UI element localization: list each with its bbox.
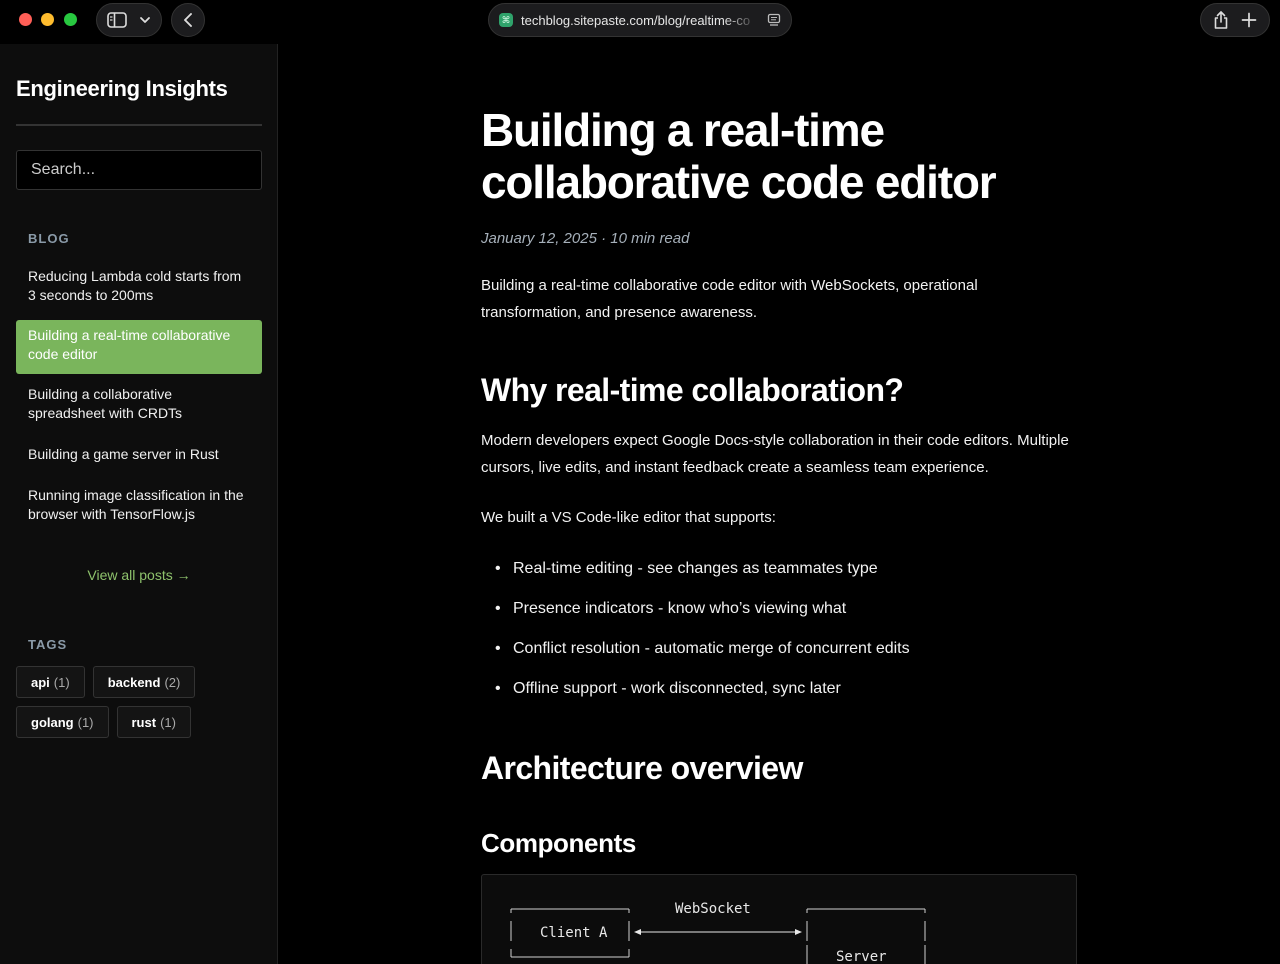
websocket-label: WebSocket	[675, 901, 751, 917]
tag-api[interactable]: api (1)	[16, 666, 85, 698]
post-link-rust-game-server[interactable]: Building a game server in Rust	[16, 442, 262, 471]
back-button[interactable]	[171, 3, 205, 37]
url-text[interactable]: techblog.sitepaste.com/blog/realtime-co	[521, 13, 759, 28]
chevron-left-icon	[184, 13, 192, 27]
feature-item: Offline support - work disconnected, syn…	[495, 676, 910, 716]
paragraph-built: We built a VS Code-like editor that supp…	[481, 509, 776, 526]
tag-golang[interactable]: golang (1)	[16, 706, 109, 738]
paragraph-why: Modern developers expect Google Docs-sty…	[481, 432, 1069, 476]
site-title[interactable]: Engineering Insights	[16, 76, 228, 102]
feature-item: Real-time editing - see changes as teamm…	[495, 556, 910, 596]
post-link-realtime-editor[interactable]: Building a real-time collaborative code …	[16, 320, 262, 374]
websocket-arrow	[634, 929, 802, 935]
feature-list: Real-time editing - see changes as teamm…	[495, 556, 910, 716]
post-intro: Building a real-time collaborative code …	[481, 277, 978, 321]
sidebar-icon	[107, 12, 127, 28]
heading-components: Components	[481, 828, 636, 858]
server-label: Server	[836, 949, 887, 964]
tag-count: (1)	[53, 674, 70, 690]
chevron-down-icon[interactable]	[139, 16, 151, 24]
toolbar-actions	[1200, 3, 1270, 37]
post-link-tensorflow-js[interactable]: Running image classification in the brow…	[16, 483, 262, 531]
tag-rust[interactable]: rust (1)	[116, 706, 191, 738]
zoom-window-button[interactable]	[64, 13, 77, 26]
tag-count: (1)	[77, 714, 94, 730]
search-input[interactable]	[16, 150, 262, 190]
sidebar-divider	[16, 124, 262, 126]
view-all-posts-link[interactable]: View all posts →	[0, 567, 278, 583]
blog-section-heading: BLOG	[28, 231, 70, 246]
site-favicon-icon: ⌘	[499, 13, 513, 27]
tags-section-heading: TAGS	[28, 637, 68, 652]
heading-why-realtime: Why real-time collaboration?	[481, 372, 904, 408]
tag-name: backend	[107, 674, 161, 690]
post-meta: January 12, 2025 · 10 min read	[481, 230, 690, 247]
sidebar-toggle-button[interactable]	[96, 3, 162, 37]
feature-item: Presence indicators - know who’s viewing…	[495, 596, 910, 636]
post-link-lambda-cold-starts[interactable]: Reducing Lambda cold starts from 3 secon…	[16, 264, 262, 312]
tag-name: rust	[131, 714, 157, 730]
share-icon[interactable]	[1213, 10, 1229, 30]
tag-backend[interactable]: backend (2)	[92, 666, 196, 698]
tag-row: api (1) backend (2)	[16, 666, 196, 698]
blog-sidebar: Engineering Insights BLOG Reducing Lambd…	[0, 44, 278, 964]
architecture-diagram-block: Client A WebSocket Server	[481, 874, 1077, 964]
post-title: Building a real-time collaborative code …	[481, 104, 997, 208]
post-list: Reducing Lambda cold starts from 3 secon…	[16, 264, 262, 543]
architecture-diagram: Client A WebSocket Server	[510, 901, 926, 964]
tag-count: (1)	[160, 714, 176, 730]
close-window-button[interactable]	[19, 13, 32, 26]
feature-item: Conflict resolution - automatic merge of…	[495, 636, 910, 676]
address-bar[interactable]: ⌘ techblog.sitepaste.com/blog/realtime-c…	[488, 3, 792, 37]
new-tab-icon[interactable]	[1241, 12, 1257, 28]
browser-toolbar: ⌘ techblog.sitepaste.com/blog/realtime-c…	[0, 0, 1280, 44]
client-label: Client A	[540, 925, 608, 941]
tag-row: golang (1) rust (1)	[16, 706, 191, 738]
tag-name: api	[31, 674, 50, 690]
tag-count: (2)	[164, 674, 181, 690]
heading-architecture: Architecture overview	[481, 750, 803, 786]
post-link-crdt-spreadsheet[interactable]: Building a collaborative spreadsheet wit…	[16, 382, 262, 430]
reader-mode-icon[interactable]	[767, 13, 781, 27]
minimize-window-button[interactable]	[41, 13, 54, 26]
tag-name: golang	[31, 714, 74, 730]
